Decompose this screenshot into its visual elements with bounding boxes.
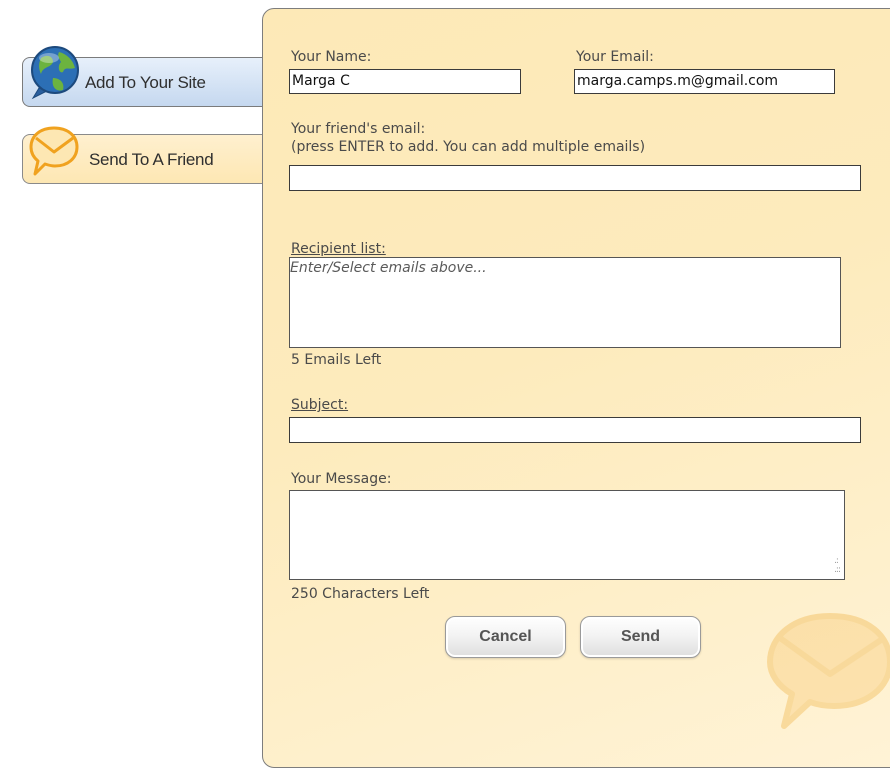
your-name-label: Your Name: (291, 49, 372, 65)
your-message-label: Your Message: (291, 471, 392, 487)
tab-send-to-a-friend[interactable]: Send To A Friend (22, 126, 264, 184)
resize-grip-icon[interactable]: .:.:: (834, 557, 841, 575)
speech-bubble-envelope-icon (29, 126, 79, 176)
friend-email-hint: (press ENTER to add. You can add multipl… (291, 139, 646, 155)
recipient-list-box[interactable]: Enter/Select emails above... (289, 257, 841, 348)
friend-email-input[interactable] (289, 165, 861, 191)
emails-left-counter: 5 Emails Left (291, 352, 382, 368)
cancel-button[interactable]: Cancel (445, 616, 566, 658)
tab-add-to-your-site-label: Add To Your Site (85, 73, 206, 92)
your-name-input[interactable]: Marga C (289, 69, 521, 94)
subject-input[interactable] (289, 417, 861, 443)
tab-add-to-your-site[interactable]: Add To Your Site (22, 46, 264, 107)
tab-send-to-a-friend-label: Send To A Friend (89, 150, 214, 169)
send-button[interactable]: Send (580, 616, 701, 658)
friend-email-label: Your friend's email: (291, 121, 426, 137)
recipient-list-label: Recipient list: (291, 241, 386, 257)
subject-label: Subject: (291, 397, 349, 413)
your-email-label: Your Email: (576, 49, 654, 65)
globe-icon (31, 46, 79, 100)
your-message-textarea[interactable]: .:.:: (289, 490, 845, 580)
characters-left-counter: 250 Characters Left (291, 586, 430, 602)
your-email-input[interactable]: marga.camps.m@gmail.com (574, 69, 835, 94)
speech-bubble-watermark-icon (767, 613, 890, 729)
recipient-list-placeholder: Enter/Select emails above... (290, 260, 487, 276)
